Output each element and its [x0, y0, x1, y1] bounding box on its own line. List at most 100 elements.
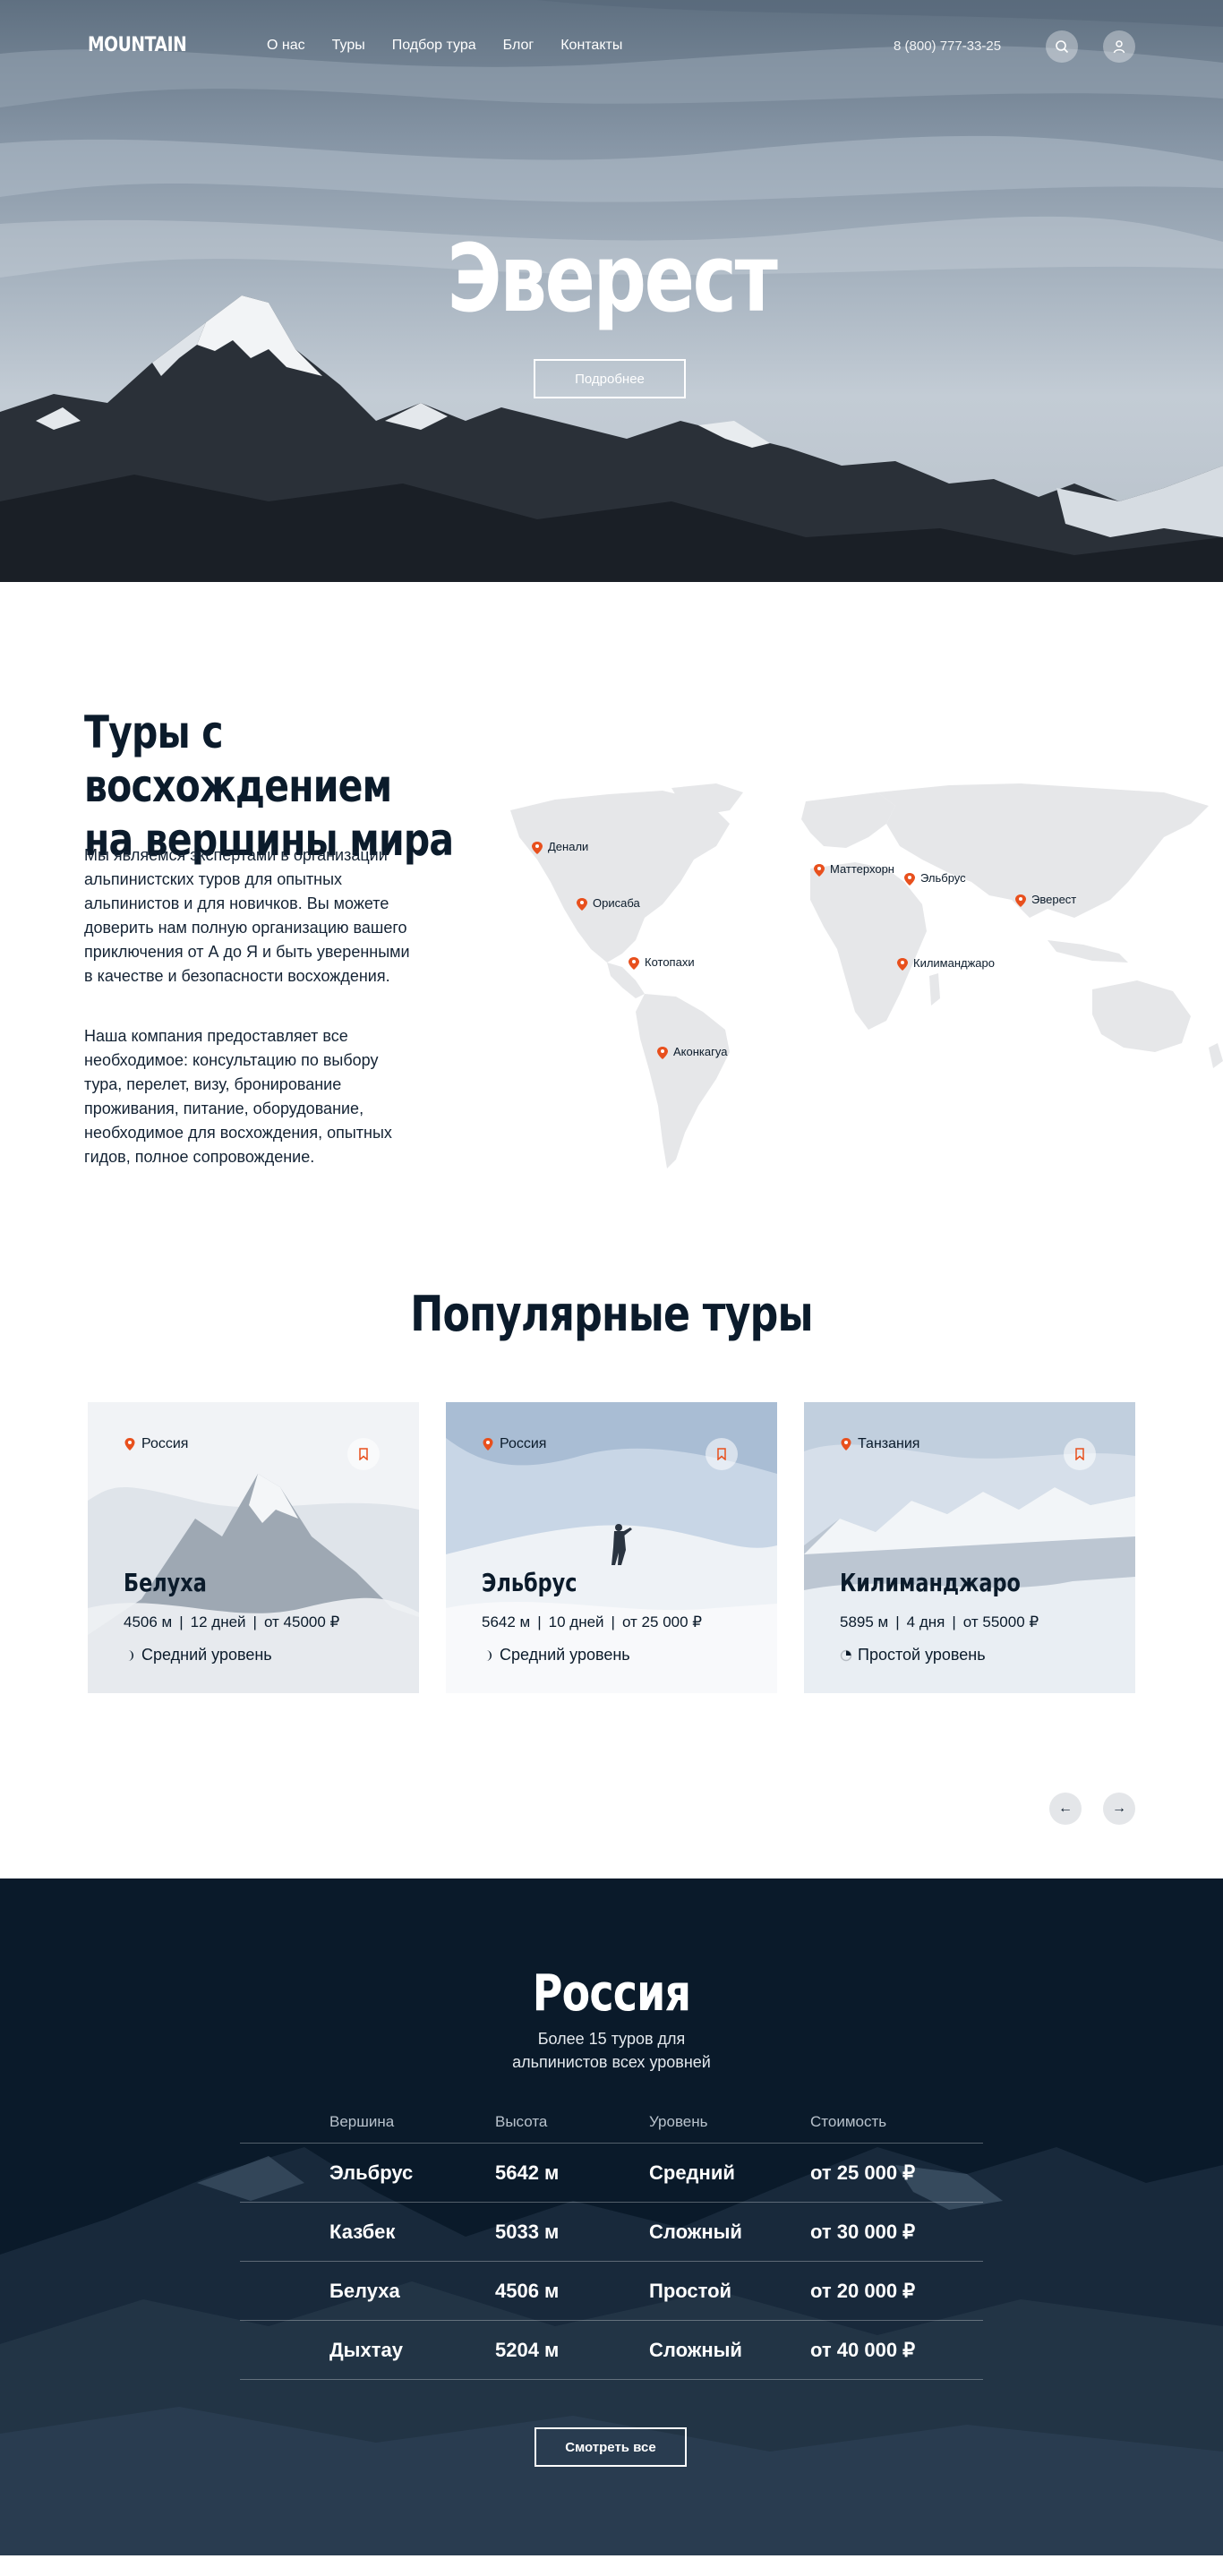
- tour-card-duration: 4 дня: [906, 1613, 945, 1630]
- about-paragraph-1: Мы являемся экспертами в организации аль…: [84, 846, 410, 985]
- column-header-level: Уровень: [649, 2113, 708, 2130]
- tour-card-title: Белуха: [124, 1568, 207, 1597]
- about-paragraph-2: Наша компания предоставляет все необходи…: [84, 1027, 392, 1166]
- hero-section: MOUNTAIN О нас Туры Подбор тура Блог Кон…: [0, 0, 1223, 582]
- bookmark-icon: [359, 1448, 368, 1460]
- tour-card-height: 4506 м: [124, 1613, 173, 1630]
- tour-card-country-label: Россия: [500, 1436, 547, 1451]
- russia-section: Россия Более 15 туров для альпинистов вс…: [0, 1879, 1223, 2555]
- table-row[interactable]: Белуха 4506 м Простой от 20 000 ₽: [240, 2262, 983, 2321]
- table-header-spacer: [240, 2113, 329, 2143]
- tour-card-title: Эльбрус: [482, 1568, 577, 1597]
- tour-card-height: 5895 м: [840, 1613, 889, 1630]
- site-logo[interactable]: MOUNTAIN: [88, 34, 187, 56]
- map-continents: [510, 783, 1223, 1168]
- pin-label-matterhorn: Маттерхорн: [830, 862, 894, 876]
- russia-subtitle-line1: Более 15 туров для: [537, 2030, 686, 2048]
- tour-card-level: Простой уровень: [840, 1646, 986, 1665]
- column-header-peak: Вершина: [329, 2113, 395, 2130]
- cell-height: 5033 м: [495, 2220, 560, 2243]
- cell-level: Простой: [649, 2279, 732, 2302]
- table-row[interactable]: Казбек 5033 м Сложный от 30 000 ₽: [240, 2203, 983, 2262]
- level-quarter-icon: [840, 1649, 852, 1661]
- menu-item-tours[interactable]: Туры: [332, 38, 365, 54]
- divider: |: [252, 1613, 257, 1630]
- table-row[interactable]: Дыхтау 5204 м Сложный от 40 000 ₽: [240, 2321, 983, 2380]
- bookmark-button[interactable]: [1064, 1438, 1096, 1470]
- cell-height: 5204 м: [495, 2338, 560, 2361]
- peaks-table: Вершина Высота Уровень Стоимость Эльбрус…: [240, 2113, 983, 2380]
- cell-price: от 25 000 ₽: [810, 2161, 916, 2184]
- table-row[interactable]: Эльбрус 5642 м Средний от 25 000 ₽: [240, 2144, 983, 2203]
- tour-card-meta: 5895 м | 4 дня | от 55000 ₽: [840, 1613, 1039, 1631]
- search-icon: [1056, 40, 1069, 54]
- tour-card-level: Средний уровень: [124, 1646, 272, 1665]
- cell-price: от 30 000 ₽: [810, 2220, 916, 2243]
- menu-item-tour-selection[interactable]: Подбор тура: [392, 38, 476, 54]
- tour-card-elbrus[interactable]: Россия Эльбрус 5642 м | 10 дней | от 25 00…: [446, 1402, 777, 1693]
- phone-number[interactable]: 8 (800) 777-33-25: [894, 39, 1001, 54]
- russia-title: Россия: [532, 1964, 691, 2023]
- pin-label-kilimanjaro: Килиманджаро: [913, 956, 995, 970]
- tour-card-kilimanjaro[interactable]: Танзания Килиманджаро 5895 м | 4 дня | от …: [804, 1402, 1135, 1693]
- tour-card-price: от 45000 ₽: [263, 1613, 340, 1630]
- bookmark-button[interactable]: [347, 1438, 380, 1470]
- bookmark-icon: [1075, 1448, 1084, 1460]
- user-icon: [1113, 40, 1125, 54]
- location-pin-icon: [124, 1438, 135, 1451]
- tour-card-price: от 25 000 ₽: [621, 1613, 703, 1630]
- tour-card-country-label: Россия: [141, 1436, 189, 1451]
- search-button[interactable]: [1046, 30, 1078, 63]
- carousel-prev-button[interactable]: ←: [1049, 1793, 1082, 1825]
- pin-label-cotopaxi: Котопахи: [645, 955, 695, 969]
- menu-item-about[interactable]: О нас: [267, 38, 305, 54]
- column-header-height: Высота: [495, 2113, 548, 2130]
- page-bottom-strip: [0, 2555, 1223, 2576]
- level-moon-icon: [486, 1649, 492, 1661]
- divider: |: [611, 1613, 615, 1630]
- view-all-button[interactable]: Смотреть все: [535, 2427, 687, 2467]
- cell-price: от 40 000 ₽: [810, 2338, 916, 2361]
- level-moon-icon: [128, 1649, 133, 1661]
- cell-peak: Казбек: [329, 2220, 396, 2243]
- cell-price: от 20 000 ₽: [810, 2279, 916, 2302]
- pin-label-denali: Денали: [548, 840, 588, 853]
- popular-tours-title: Популярные туры: [410, 1286, 813, 1342]
- location-pin-icon: [483, 1438, 493, 1451]
- cell-level: Средний: [649, 2161, 735, 2184]
- popular-tours-section: Популярные туры Россия Белуха 4506 м | 12…: [0, 1245, 1223, 1879]
- pin-label-aconcagua: Аконкагуа: [673, 1045, 728, 1058]
- main-menu: О нас Туры Подбор тура Блог Контакты: [267, 38, 622, 54]
- pin-label-orizaba: Орисаба: [593, 896, 640, 910]
- divider: |: [179, 1613, 184, 1630]
- account-button[interactable]: [1103, 30, 1135, 63]
- divider: |: [895, 1613, 900, 1630]
- cell-level: Сложный: [649, 2338, 742, 2361]
- bookmark-button[interactable]: [706, 1438, 738, 1470]
- tour-card-meta: 4506 м | 12 дней | от 45000 ₽: [124, 1613, 339, 1631]
- carousel-next-button[interactable]: →: [1103, 1793, 1135, 1825]
- about-section: Туры с восхождением на вершины мира Мы я…: [0, 582, 1223, 1245]
- pin-label-everest: Эверест: [1031, 893, 1076, 906]
- pin-cotopaxi[interactable]: Котопахи: [629, 955, 695, 970]
- cell-peak: Эльбрус: [329, 2161, 414, 2184]
- tour-card-level-label: Простой уровень: [858, 1646, 986, 1664]
- hero-details-button[interactable]: Подробнее: [534, 359, 686, 398]
- hero-title: Эверест: [447, 224, 778, 333]
- tour-card-duration: 10 дней: [548, 1613, 604, 1630]
- tour-card-title: Килиманджаро: [840, 1568, 1021, 1597]
- table-header: Вершина Высота Уровень Стоимость: [240, 2113, 983, 2144]
- menu-item-contacts[interactable]: Контакты: [560, 38, 622, 54]
- tour-card-belukha[interactable]: Россия Белуха 4506 м | 12 дней | от 45000 …: [88, 1402, 419, 1693]
- russia-subtitle: Более 15 туров для альпинистов всех уров…: [477, 2027, 746, 2074]
- tour-card-meta: 5642 м | 10 дней | от 25 000 ₽: [482, 1613, 702, 1631]
- tour-card-country-label: Танзания: [858, 1436, 920, 1451]
- tour-card-price: от 55000 ₽: [962, 1613, 1039, 1630]
- world-map: Денали Маттерхорн Эльбрус Орисаба Эверес…: [510, 783, 1223, 1168]
- pin-label-elbrus: Эльбрус: [920, 871, 966, 885]
- menu-item-blog[interactable]: Блог: [503, 38, 535, 54]
- tour-card-level: Средний уровень: [482, 1646, 630, 1665]
- about-title: Туры с восхождением на вершины мира: [84, 706, 495, 867]
- pin-elbrus[interactable]: Эльбрус: [904, 871, 966, 886]
- cell-peak: Белуха: [329, 2279, 400, 2302]
